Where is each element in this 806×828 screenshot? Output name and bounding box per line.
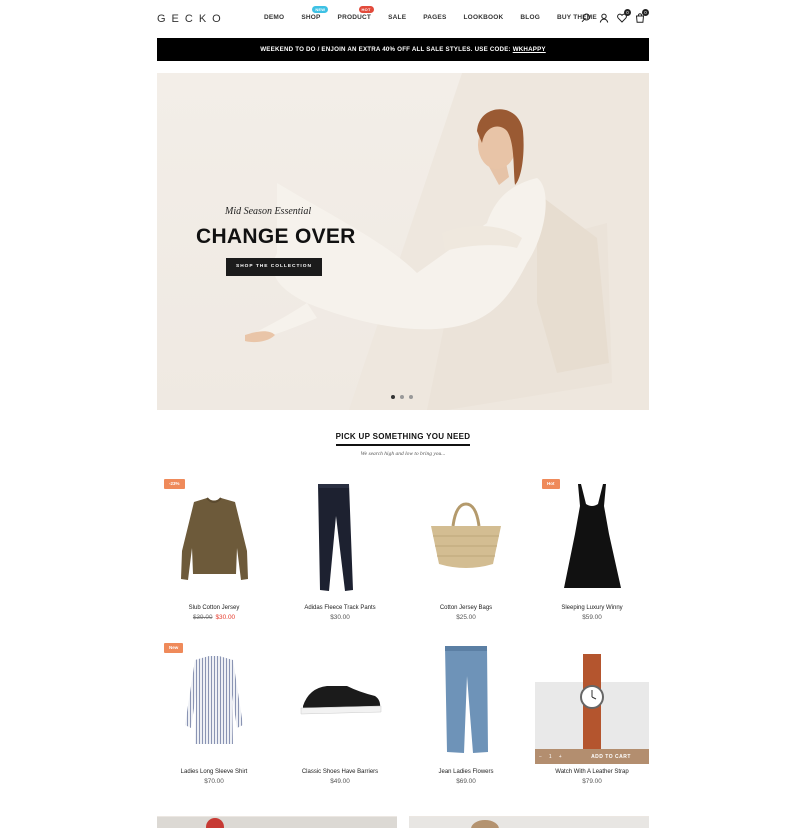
pants-image	[318, 484, 353, 591]
promo-bar: WEEKEND TO DO / ENJOIN AN EXTRA 40% OFF …	[157, 38, 649, 61]
wishlist-count: 0	[624, 9, 631, 16]
product-image[interactable]	[409, 640, 523, 764]
cart-icon[interactable]: 0	[635, 9, 649, 23]
watch-image	[580, 654, 604, 754]
add-to-cart-bar: − 1 + ADD TO CART	[535, 749, 649, 764]
new-badge: NEW	[312, 6, 329, 13]
product-name[interactable]: Cotton Jersey Bags	[409, 605, 523, 611]
product-image[interactable]: New	[157, 640, 271, 764]
add-to-cart-button[interactable]: ADD TO CART	[573, 754, 649, 760]
slider-dot-1[interactable]	[391, 395, 395, 399]
product-image[interactable]	[283, 476, 397, 600]
search-icon[interactable]	[581, 13, 591, 23]
product-card[interactable]: -23% Slub Cotton Jersey $39.00 $30.00	[157, 476, 271, 621]
slider-dot-3[interactable]	[409, 395, 413, 399]
nav-pages[interactable]: PAGES	[423, 14, 446, 21]
product-price: $49.00	[330, 778, 350, 785]
promo-text: WEEKEND TO DO / ENJOIN AN EXTRA 40% OFF …	[260, 46, 513, 53]
hero-title: CHANGE OVER	[196, 225, 356, 248]
quantity-value[interactable]: 1	[549, 754, 552, 760]
shirt-image	[185, 656, 243, 744]
jeans-image	[445, 646, 488, 753]
hero-slider: Mid Season Essential CHANGE OVER SHOP TH…	[157, 73, 649, 410]
product-image[interactable]: -23%	[157, 476, 271, 600]
sale-price: $30.00	[215, 614, 236, 621]
product-card[interactable]: − 1 + ADD TO CART Watch With A Leather S…	[535, 640, 649, 785]
product-price: $79.00	[582, 778, 602, 785]
product-price: $30.00	[330, 614, 350, 621]
main-nav-wrap: DEMO NEW SHOP HOT PRODUCT SALE PAGES LOOKB…	[157, 0, 649, 38]
nav-demo[interactable]: DEMO	[264, 14, 284, 21]
section-title: PICK UP SOMETHING YOU NEED	[0, 432, 806, 446]
product-price: $69.00	[456, 778, 476, 785]
nav-sale[interactable]: SALE	[388, 14, 406, 21]
nav-lookbook[interactable]: LOOKBOOK	[464, 14, 504, 21]
account-icon[interactable]	[599, 13, 609, 23]
cart-count: 0	[642, 9, 649, 16]
promo-code[interactable]: WKHAPPY	[513, 46, 546, 53]
wishlist-icon[interactable]: 0	[617, 9, 631, 23]
product-price: $59.00	[582, 614, 602, 621]
dress-image	[564, 484, 621, 588]
product-card[interactable]: New Ladies Long Sleeve Shirt $70.00	[157, 640, 271, 785]
section-subtitle: We search high and low to bring you...	[360, 451, 446, 457]
main-nav: DEMO NEW SHOP HOT PRODUCT SALE PAGES LOOKB…	[264, 6, 614, 21]
nav-shop[interactable]: NEW SHOP	[301, 6, 329, 21]
new-tag: New	[164, 643, 184, 653]
nav-product[interactable]: HOT PRODUCT	[338, 6, 374, 21]
quantity-stepper: − 1 +	[535, 754, 573, 760]
hot-badge: HOT	[358, 6, 374, 13]
slider-dot-2[interactable]	[400, 395, 404, 399]
product-image[interactable]: Hot	[535, 476, 649, 600]
product-name[interactable]: Adidas Fleece Track Pants	[283, 605, 397, 611]
banner-left[interactable]	[157, 816, 397, 828]
banner-left-image	[157, 817, 397, 828]
product-name[interactable]: Slub Cotton Jersey	[157, 605, 271, 611]
product-name[interactable]: Sleeping Luxury Winny	[535, 605, 649, 611]
product-price: $70.00	[204, 778, 224, 785]
product-image[interactable]: − 1 + ADD TO CART	[535, 640, 649, 764]
sweater-image	[181, 497, 248, 580]
product-card[interactable]: Jean Ladies Flowers $69.00	[409, 640, 523, 785]
product-price: $25.00	[456, 614, 476, 621]
product-card[interactable]: Cotton Jersey Bags $25.00	[409, 476, 523, 621]
product-name[interactable]: Jean Ladies Flowers	[409, 769, 523, 775]
bag-image	[431, 502, 501, 568]
shop-collection-button[interactable]: SHOP THE COLLECTION	[226, 258, 322, 276]
banner-right-image	[409, 817, 649, 828]
product-image[interactable]	[409, 476, 523, 600]
quantity-plus-button[interactable]: +	[559, 754, 562, 760]
slider-dots	[391, 395, 413, 399]
banner-right[interactable]	[409, 816, 649, 828]
product-card[interactable]: Classic Shoes Have Barriers $49.00	[283, 640, 397, 785]
header-icons: 0 0	[581, 9, 649, 23]
hero-subtitle: Mid Season Essential	[225, 206, 312, 217]
product-card[interactable]: Adidas Fleece Track Pants $30.00	[283, 476, 397, 621]
product-image[interactable]	[283, 640, 397, 764]
nav-blog[interactable]: BLOG	[520, 14, 540, 21]
product-name[interactable]: Classic Shoes Have Barriers	[283, 769, 397, 775]
product-name[interactable]: Watch With A Leather Strap	[535, 769, 649, 775]
product-price: $39.00 $30.00	[157, 614, 271, 621]
product-name[interactable]: Ladies Long Sleeve Shirt	[157, 769, 271, 775]
product-card[interactable]: Hot Sleeping Luxury Winny $59.00	[535, 476, 649, 621]
old-price: $39.00	[192, 614, 213, 621]
shoe-image	[300, 686, 382, 715]
sale-tag: -23%	[164, 479, 185, 489]
hot-tag: Hot	[542, 479, 560, 489]
quantity-minus-button[interactable]: −	[539, 754, 542, 760]
